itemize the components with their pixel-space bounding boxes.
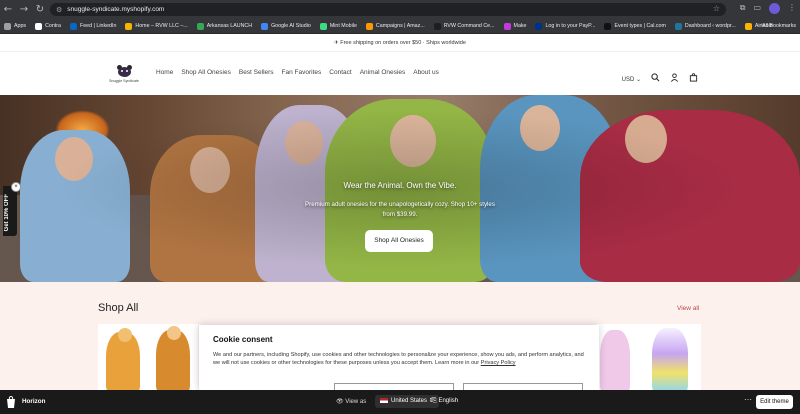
bookmark-item[interactable]: Feed | LinkedIn	[69, 22, 117, 30]
bookmark-favicon-icon	[69, 22, 77, 30]
product-image	[600, 330, 630, 390]
bookmark-label: Google AI Studio	[271, 23, 311, 29]
theme-preview-bar: Horizon 👁 View as United States ⇕ ⎘ Engl…	[0, 390, 800, 414]
browser-toolbar: ← → ↻ ⚙ snuggle-syndicate.myshopify.com …	[0, 0, 800, 19]
bookmark-item[interactable]: Campaigns | Amaz...	[365, 22, 425, 30]
site-header: Snuggle Syndicate Home Shop All Onesies …	[0, 52, 800, 95]
main-nav: Home Shop All Onesies Best Sellers Fan F…	[156, 69, 439, 76]
privacy-policy-link[interactable]: Privacy Policy	[481, 360, 516, 366]
hero-heading: Wear the Animal. Own the Vibe.	[343, 181, 457, 190]
forward-icon[interactable]: →	[16, 4, 32, 15]
search-icon[interactable]	[651, 72, 660, 82]
section-title: Shop All	[98, 302, 139, 314]
nav-contact[interactable]: Contact	[329, 69, 351, 76]
raccoon-logo-icon	[116, 65, 132, 77]
store-name: Horizon	[22, 398, 46, 405]
bookmark-label: Make	[513, 23, 527, 29]
nav-animal-onesies[interactable]: Animal Onesies	[360, 69, 406, 76]
bookmarks-bar: Apps Contra Feed | LinkedIn Home – RVW LLC …	[0, 19, 800, 34]
bookmark-label: Contra	[45, 23, 61, 29]
bookmark-item[interactable]: Mint Mobile	[319, 22, 357, 30]
more-options-icon[interactable]: ⋯	[744, 395, 752, 404]
discount-tab[interactable]: Get 10% OFF	[3, 186, 17, 236]
shop-all-onesies-button[interactable]: Shop All Onesies	[365, 230, 433, 252]
bookmark-label: Feed | LinkedIn	[79, 23, 117, 29]
bookmark-favicon-icon	[535, 22, 543, 30]
cart-icon[interactable]	[689, 72, 698, 82]
bookmark-label: Log in to your PayP...	[545, 23, 596, 29]
bookmark-item[interactable]: Google AI Studio	[261, 22, 311, 30]
bookmark-favicon-icon	[196, 22, 204, 30]
bookmark-item[interactable]: Contra	[35, 22, 61, 30]
currency-selector[interactable]: USD ⌄	[622, 68, 641, 86]
bookmark-favicon-icon	[744, 22, 752, 30]
bookmark-label: RVW Command Ce...	[443, 23, 495, 29]
bookmark-label: Apps	[14, 23, 27, 29]
nav-home[interactable]: Home	[156, 69, 173, 76]
bookmark-item[interactable]: Log in to your PayP...	[535, 22, 596, 30]
store-logo[interactable]: Snuggle Syndicate	[107, 65, 141, 83]
bookmark-favicon-icon	[319, 22, 327, 30]
bookmark-favicon-icon	[604, 22, 612, 30]
bookmark-star-icon[interactable]: ☆	[713, 4, 720, 13]
nav-fan-favorites[interactable]: Fan Favorites	[282, 69, 322, 76]
bookmark-favicon-icon	[4, 22, 11, 30]
bookmark-item[interactable]: Dashboard ‹ wordpr...	[674, 22, 736, 30]
cookie-title: Cookie consent	[213, 335, 273, 344]
product-image	[652, 328, 688, 390]
bookmark-item[interactable]: Arkansas LAUNCH	[196, 22, 253, 30]
bookmark-item[interactable]: Apps	[4, 22, 27, 30]
bookmark-favicon-icon	[125, 22, 133, 30]
bookmark-item[interactable]: Event types | Cal.com	[604, 22, 666, 30]
bookmark-label: Campaigns | Amaz...	[375, 23, 425, 29]
sidebar-icon[interactable]: ▭	[753, 3, 761, 14]
bookmark-label: Dashboard ‹ wordpr...	[684, 23, 736, 29]
bookmark-favicon-icon	[35, 22, 43, 30]
logo-text: Snuggle Syndicate	[109, 79, 139, 83]
view-as-label: 👁 View as	[336, 399, 367, 405]
bookmark-item[interactable]: Home – RVW LLC –...	[125, 22, 188, 30]
bookmark-label: Event types | Cal.com	[614, 23, 666, 29]
close-icon[interactable]: ×	[11, 182, 21, 192]
edit-theme-button[interactable]: Edit theme	[756, 395, 793, 409]
bookmark-favicon-icon	[365, 22, 373, 30]
hero-subtext: Premium adult onesies for the unapologet…	[305, 201, 495, 218]
reload-icon[interactable]: ↻	[32, 4, 48, 15]
bookmark-label: Mint Mobile	[329, 23, 357, 29]
bookmark-favicon-icon	[261, 22, 269, 30]
nav-best-sellers[interactable]: Best Sellers	[239, 69, 274, 76]
language-selector[interactable]: ⎘ English	[432, 398, 458, 405]
cookie-consent-dialog: Cookie consent We and our partners, incl…	[199, 325, 599, 393]
discount-tab-label: Get 10% OFF	[4, 194, 10, 232]
nav-shop-all-onesies[interactable]: Shop All Onesies	[181, 69, 231, 76]
bookmark-label: Home – RVW LLC –...	[135, 23, 188, 29]
shopify-bag-icon	[7, 396, 15, 408]
bookmark-item[interactable]: RVW Command Ce...	[433, 22, 495, 30]
back-icon[interactable]: ←	[0, 4, 16, 15]
bookmark-favicon-icon	[433, 22, 441, 30]
bookmark-label: Arkansas LAUNCH	[206, 23, 253, 29]
profile-avatar[interactable]	[769, 3, 780, 14]
all-bookmarks-link[interactable]: All Bookmarks	[762, 23, 796, 29]
bookmark-favicon-icon	[674, 22, 682, 30]
address-bar[interactable]: ⚙ snuggle-syndicate.myshopify.com ☆	[50, 3, 726, 16]
announcement-bar: ✈ Free shipping on orders over $50 · Shi…	[0, 34, 800, 52]
site-info-icon[interactable]: ⚙	[56, 6, 62, 14]
bookmark-favicon-icon	[503, 22, 511, 30]
hero-banner: Wear the Animal. Own the Vibe. Premium a…	[0, 95, 800, 282]
extensions-icon[interactable]: ⧉	[740, 3, 746, 14]
country-selector[interactable]: United States ⇕	[375, 395, 439, 408]
product-card[interactable]	[596, 324, 701, 390]
us-flag-icon	[380, 397, 388, 403]
account-icon[interactable]	[670, 72, 679, 82]
menu-icon[interactable]: ⋮	[788, 3, 796, 14]
bookmark-item[interactable]: Make	[503, 22, 527, 30]
eye-icon: 👁	[336, 399, 346, 405]
url-text: snuggle-syndicate.myshopify.com	[67, 6, 165, 13]
nav-about-us[interactable]: About us	[413, 69, 439, 76]
product-card[interactable]	[98, 324, 198, 390]
chevron-down-icon: ⌄	[634, 77, 641, 83]
cookie-body: We and our partners, including Shopify, …	[213, 352, 584, 366]
view-all-link[interactable]: View all	[677, 305, 699, 312]
